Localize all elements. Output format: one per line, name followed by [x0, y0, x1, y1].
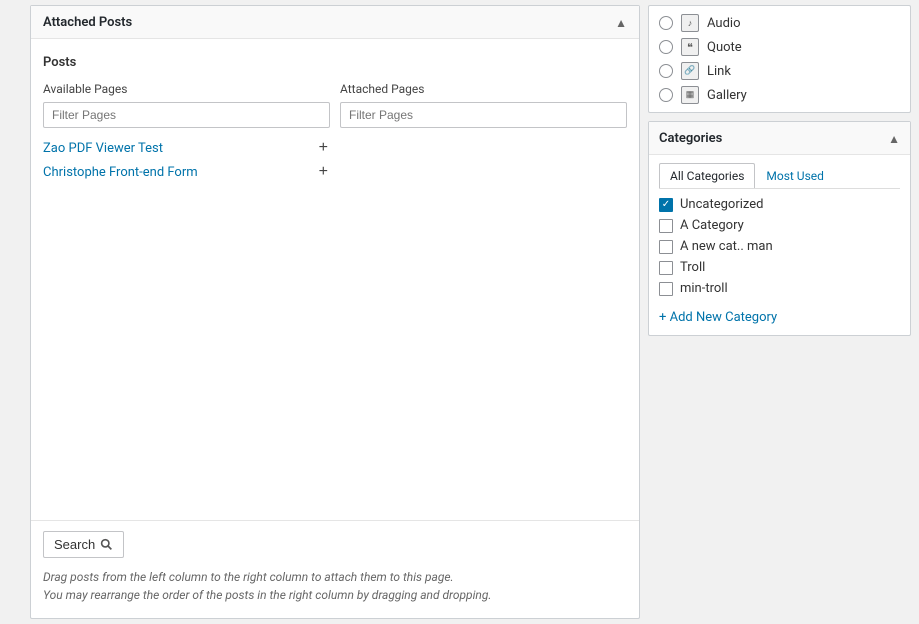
- available-pages-filter[interactable]: [43, 102, 330, 128]
- add-christophe-button[interactable]: +: [317, 164, 330, 180]
- list-item: 🔗 Link: [659, 62, 900, 80]
- list-item: ▦ Gallery: [659, 86, 900, 104]
- categories-title: Categories: [659, 131, 722, 146]
- min-troll-label: min-troll: [680, 281, 728, 296]
- list-item: ❝ Quote: [659, 38, 900, 56]
- a-category-checkbox[interactable]: [659, 219, 673, 233]
- attached-posts-header: Attached Posts ▲: [31, 6, 639, 39]
- format-list: ♪ Audio ❝ Quote 🔗 Link ▦ Gallery: [649, 6, 910, 112]
- attached-pages-filter[interactable]: [340, 102, 627, 128]
- uncategorized-checkbox[interactable]: [659, 198, 673, 212]
- list-item: Uncategorized: [659, 197, 900, 212]
- uncategorized-label: Uncategorized: [680, 197, 763, 212]
- troll-label: Troll: [680, 260, 705, 275]
- add-new-category-link[interactable]: + Add New Category: [649, 304, 910, 335]
- categories-header: Categories ▲: [649, 122, 910, 155]
- a-new-cat-man-checkbox[interactable]: [659, 240, 673, 254]
- help-text-line2: You may rearrange the order of the posts…: [43, 586, 627, 604]
- attached-pages-col: Attached Pages: [340, 82, 627, 184]
- gallery-icon: ▦: [681, 86, 699, 104]
- attached-posts-footer: Search Drag posts from the left column t…: [31, 520, 639, 618]
- tab-most-used[interactable]: Most Used: [755, 163, 835, 188]
- gallery-radio[interactable]: [659, 88, 673, 102]
- audio-label: Audio: [707, 16, 740, 31]
- collapse-categories-button[interactable]: ▲: [888, 130, 900, 146]
- list-item: min-troll: [659, 281, 900, 296]
- gallery-label: Gallery: [707, 88, 747, 103]
- page-link-christophe[interactable]: Christophe Front-end Form: [43, 165, 198, 180]
- search-label: Search: [54, 537, 95, 552]
- attached-pages-label: Attached Pages: [340, 82, 627, 96]
- available-pages-list: Zao PDF Viewer Test + Christophe Front-e…: [43, 136, 330, 184]
- help-text: Drag posts from the left column to the r…: [43, 568, 627, 604]
- search-button[interactable]: Search: [43, 531, 124, 558]
- a-new-cat-man-label: A new cat.. man: [680, 239, 773, 254]
- pages-columns: Available Pages Zao PDF Viewer Test + Ch…: [43, 82, 627, 184]
- page-link-zao[interactable]: Zao PDF Viewer Test: [43, 141, 163, 156]
- link-label: Link: [707, 64, 731, 79]
- attached-posts-panel: Attached Posts ▲ Posts Available Pages Z…: [30, 5, 640, 619]
- attached-posts-body: Posts Available Pages Zao PDF Viewer Tes…: [31, 39, 639, 520]
- list-item: Troll: [659, 260, 900, 275]
- quote-label: Quote: [707, 40, 742, 55]
- right-panel: ♪ Audio ❝ Quote 🔗 Link ▦ Gallery: [640, 0, 919, 624]
- list-item: Christophe Front-end Form +: [43, 160, 330, 184]
- a-category-label: A Category: [680, 218, 744, 233]
- format-box: ♪ Audio ❝ Quote 🔗 Link ▦ Gallery: [648, 5, 911, 113]
- available-pages-label: Available Pages: [43, 82, 330, 96]
- attached-posts-title: Attached Posts: [43, 15, 132, 30]
- quote-radio[interactable]: [659, 40, 673, 54]
- add-zao-button[interactable]: +: [317, 140, 330, 156]
- search-icon: [100, 538, 113, 551]
- min-troll-checkbox[interactable]: [659, 282, 673, 296]
- audio-icon: ♪: [681, 14, 699, 32]
- troll-checkbox[interactable]: [659, 261, 673, 275]
- audio-radio[interactable]: [659, 16, 673, 30]
- posts-label: Posts: [43, 55, 627, 70]
- list-item: A new cat.. man: [659, 239, 900, 254]
- list-item: Zao PDF Viewer Test +: [43, 136, 330, 160]
- categories-box: Categories ▲ All Categories Most Used Un…: [648, 121, 911, 336]
- categories-list: Uncategorized A Category A new cat.. man…: [649, 189, 910, 304]
- available-pages-col: Available Pages Zao PDF Viewer Test + Ch…: [43, 82, 330, 184]
- tab-all-categories[interactable]: All Categories: [659, 163, 755, 188]
- link-radio[interactable]: [659, 64, 673, 78]
- help-text-line1: Drag posts from the left column to the r…: [43, 568, 627, 586]
- collapse-arrow-icon: ▲: [615, 16, 627, 30]
- categories-tabs: All Categories Most Used: [659, 163, 900, 189]
- collapse-attached-posts-button[interactable]: ▲: [615, 14, 627, 30]
- quote-icon: ❝: [681, 38, 699, 56]
- link-icon: 🔗: [681, 62, 699, 80]
- list-item: ♪ Audio: [659, 14, 900, 32]
- collapse-categories-icon: ▲: [888, 132, 900, 146]
- list-item: A Category: [659, 218, 900, 233]
